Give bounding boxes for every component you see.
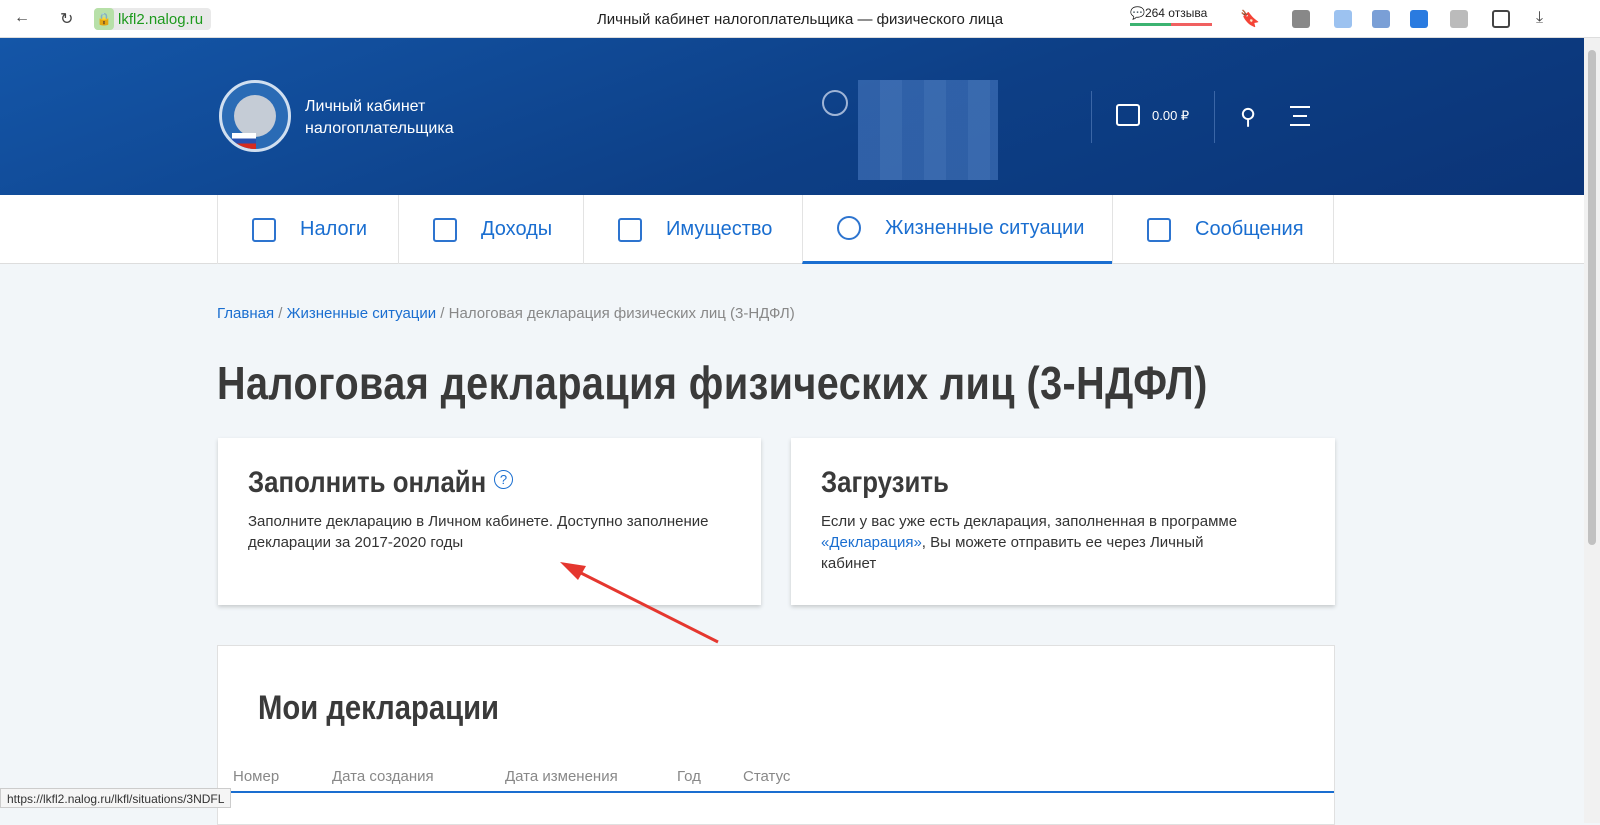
card-title: Загрузить xyxy=(821,466,949,499)
shield-icon[interactable] xyxy=(1450,10,1468,28)
house-icon xyxy=(618,217,642,242)
user-name-blurred[interactable] xyxy=(858,80,998,180)
url-text: lkfl2.nalog.ru xyxy=(118,10,204,28)
fns-logo[interactable] xyxy=(219,80,291,152)
column-header[interactable]: Дата создания xyxy=(332,768,434,785)
nav-label: Налоги xyxy=(300,218,368,240)
nav-property[interactable]: Имущество xyxy=(583,195,803,264)
breadcrumb-section[interactable]: Жизненные ситуации xyxy=(287,305,437,322)
nav-messages[interactable]: Сообщения xyxy=(1112,195,1334,264)
search-icon[interactable]: ⚲ xyxy=(1240,104,1256,130)
person-question-icon xyxy=(837,216,861,240)
coins-icon xyxy=(433,217,457,242)
collections-icon[interactable] xyxy=(1492,10,1510,28)
reviews-text: 264 отзыва xyxy=(1144,6,1208,20)
upload-card[interactable]: Загрузить Если у вас уже есть декларация… xyxy=(791,438,1335,605)
breadcrumb-home[interactable]: Главная xyxy=(217,305,274,322)
bookmark-icon[interactable]: 🔖 xyxy=(1240,9,1260,29)
extension-icon[interactable] xyxy=(1292,10,1310,28)
mail-extension-icon[interactable] xyxy=(1372,10,1390,28)
download-icon[interactable]: ⤓ xyxy=(1536,9,1543,27)
card-text: Если у вас уже есть декларация, заполнен… xyxy=(821,511,1261,574)
nav-label: Доходы xyxy=(481,218,553,240)
column-header[interactable]: Год xyxy=(677,768,701,785)
main-nav: Налоги Доходы Имущество Жизненные ситуац… xyxy=(0,195,1584,264)
envelope-icon xyxy=(1147,217,1171,242)
balance[interactable]: 0.00 ₽ xyxy=(1152,108,1189,124)
column-header[interactable]: Статус xyxy=(743,768,790,785)
wallet-icon[interactable] xyxy=(1116,104,1140,126)
chat-icon: 💬 xyxy=(1130,6,1145,20)
breadcrumb: Главная / Жизненные ситуации / Налоговая… xyxy=(217,305,795,322)
reload-icon[interactable]: ↻ xyxy=(60,9,73,29)
scrollbar[interactable] xyxy=(1584,38,1600,823)
nav-taxes[interactable]: Налоги xyxy=(217,195,399,264)
user-icon[interactable] xyxy=(822,90,848,116)
help-icon[interactable]: ? xyxy=(494,470,513,489)
my-declarations-panel: Мои декларации Номер Дата создания Дата … xyxy=(217,645,1335,825)
nav-label: Жизненные ситуации xyxy=(885,216,1085,239)
nav-label: Сообщения xyxy=(1195,218,1304,240)
column-header[interactable]: Дата изменения xyxy=(505,768,618,785)
calculator-icon xyxy=(252,217,276,242)
lock-icon: 🔒 xyxy=(94,8,114,30)
site-header: Личный кабинет налогоплательщика 0.00 ₽ … xyxy=(0,38,1584,195)
extension-icon[interactable] xyxy=(1410,10,1428,28)
nav-label: Имущество xyxy=(666,218,773,240)
browser-toolbar: ← ↻ 🔒 lkfl2.nalog.ru Личный кабинет налог… xyxy=(0,0,1600,38)
browser-title: Личный кабинет налогоплательщика — физич… xyxy=(596,11,1004,28)
section-title: Мои декларации xyxy=(258,689,500,727)
column-header[interactable]: Номер xyxy=(233,768,279,785)
reviews-badge[interactable]: 💬264 отзыва xyxy=(1130,6,1212,26)
fill-online-card[interactable]: Заполнить онлайн ? Заполните декларацию … xyxy=(218,438,761,605)
card-text: Заполните декларацию в Личном кабинете. … xyxy=(248,513,709,551)
card-title: Заполнить онлайн xyxy=(248,466,487,499)
brand-title[interactable]: Личный кабинет налогоплательщика xyxy=(305,96,475,140)
card-text-part: Если у вас уже есть декларация, заполнен… xyxy=(821,513,1238,530)
nav-life-situations[interactable]: Жизненные ситуации xyxy=(802,195,1113,264)
page-title: Налоговая декларация физических лиц (3-Н… xyxy=(217,357,1208,409)
nav-income[interactable]: Доходы xyxy=(398,195,584,264)
breadcrumb-current: Налоговая декларация физических лиц (3-Н… xyxy=(448,305,795,322)
extension-icon[interactable] xyxy=(1334,10,1352,28)
back-icon[interactable]: ← xyxy=(14,9,30,27)
declaration-program-link[interactable]: «Декларация» xyxy=(821,534,922,551)
menu-icon[interactable] xyxy=(1290,106,1310,133)
address-bar[interactable]: 🔒 lkfl2.nalog.ru xyxy=(94,8,212,30)
scrollbar-thumb[interactable] xyxy=(1588,50,1596,545)
status-bar-url: https://lkfl2.nalog.ru/lkfl/situations/3… xyxy=(0,788,232,808)
